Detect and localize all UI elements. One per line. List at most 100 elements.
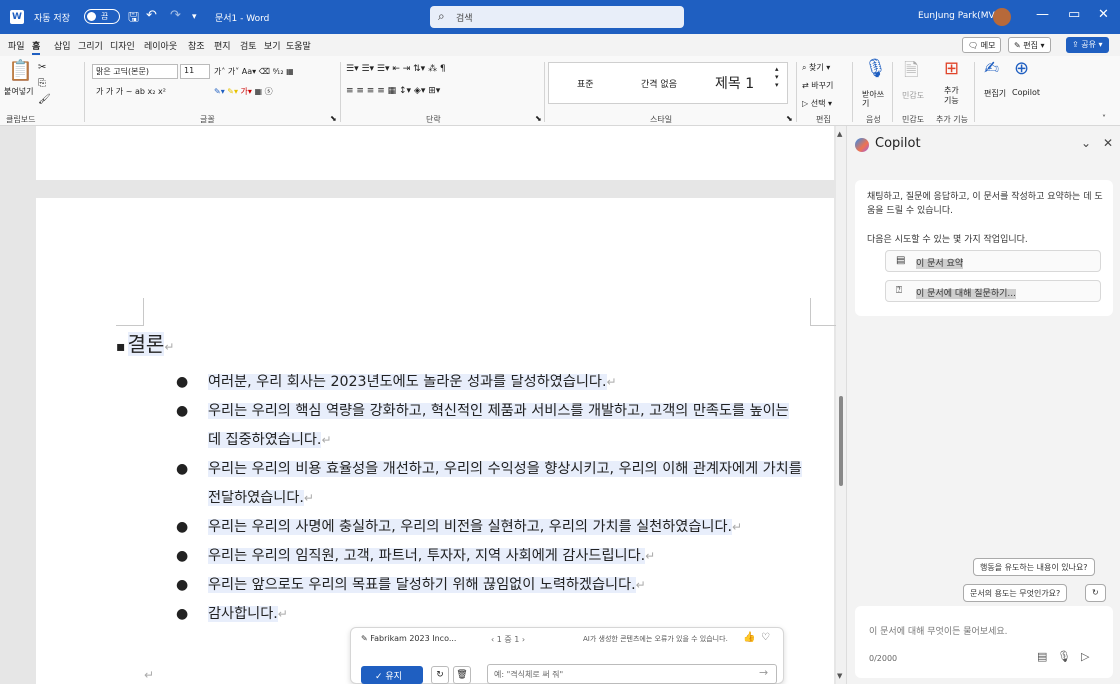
tab-home[interactable]: 홈: [32, 39, 41, 55]
editor-label[interactable]: 편집기: [984, 88, 1006, 99]
refine-input[interactable]: 예: "격식체로 써 줘": [487, 664, 777, 684]
style-no-spacing[interactable]: 간격 없음: [641, 77, 677, 90]
copilot-input-card[interactable]: [855, 606, 1113, 678]
page-current[interactable]: ▪ 결론↵ ● 여러분, 우리 회사는 2023년도에도 놀라운 성과를 달성하였습…: [36, 198, 838, 684]
avatar[interactable]: [993, 8, 1011, 26]
tab-mailings[interactable]: 편지: [214, 39, 231, 52]
sensitivity-icon[interactable]: 🗎: [904, 58, 918, 88]
style-normal[interactable]: 표준: [577, 77, 594, 90]
send-icon[interactable]: ▷: [1081, 650, 1089, 663]
prompt-pill-call-to-action[interactable]: 행동을 유도하는 내용이 있나요?: [973, 558, 1095, 576]
draft-source[interactable]: ✎ Fabrikam 2023 Inco...: [361, 634, 456, 643]
share-icon: ⇪: [1072, 40, 1079, 49]
tab-view[interactable]: 보기: [264, 39, 281, 52]
list-buttons[interactable]: ☰▾ ☰▾ ☰▾ ⇤ ⇥ ⇅▾ ⁂ ¶: [346, 64, 446, 74]
editing-mode-button[interactable]: ✎ 편집 ▾: [1008, 37, 1051, 53]
tab-layout[interactable]: 레이아웃: [144, 39, 177, 52]
copilot-ribbon-icon[interactable]: ⊕: [1014, 58, 1029, 79]
microphone-icon[interactable]: 🎙: [864, 58, 887, 79]
list-item[interactable]: ● 우리는 우리의 핵심 역량을 강화하고, 혁신적인 제품과 서비스를 개발하고…: [176, 397, 806, 455]
close-icon[interactable]: ✕: [1103, 136, 1113, 150]
thumbs-down-icon[interactable]: ♡: [761, 632, 770, 643]
scroll-up-icon[interactable]: ▲: [837, 130, 842, 138]
paste-icon[interactable]: 📋: [8, 58, 33, 82]
minimize-button[interactable]: —: [1036, 7, 1049, 22]
microphone-icon[interactable]: 🎙: [1057, 650, 1071, 663]
list-item[interactable]: ● 우리는 우리의 임직원, 고객, 파트너, 투자자, 지역 사회에게 감사드립…: [176, 542, 806, 571]
tab-help[interactable]: 도움말: [286, 39, 311, 52]
paragraph-dialog-launcher-icon[interactable]: ⬊: [535, 114, 542, 123]
grow-shrink-icons[interactable]: 가˄ 가˅ Aa▾ ⌫ ⁸⁄₁₂ ▦: [214, 66, 294, 77]
font-name-select[interactable]: 맑은 고딕(본문): [92, 64, 178, 79]
addins-label[interactable]: 추가 기능: [944, 86, 966, 106]
search-box[interactable]: ⌕ 검색: [430, 6, 684, 28]
font-dialog-launcher-icon[interactable]: ⬊: [330, 114, 337, 123]
addins-icon[interactable]: ⊞: [944, 58, 959, 79]
regenerate-icon[interactable]: ↻: [431, 666, 449, 684]
scroll-thumb[interactable]: [839, 396, 843, 486]
tab-insert[interactable]: 삽입: [54, 39, 71, 52]
autosave-toggle[interactable]: 끔: [84, 9, 120, 24]
list-item[interactable]: ● 우리는 우리의 사명에 충실하고, 우리의 비전을 실현하고, 우리의 가치를…: [176, 513, 806, 542]
chevron-down-icon[interactable]: ⌄: [1081, 136, 1091, 150]
memo-button[interactable]: 🗨 메모: [962, 37, 1002, 53]
user-name[interactable]: EunJung Park(MVP): [918, 11, 1004, 21]
replace-button[interactable]: ⇄ 바꾸기: [802, 80, 833, 91]
suggestion-ask[interactable]: ⍰ 이 문서에 대해 질문하기...: [885, 280, 1101, 302]
dictate-label[interactable]: 받아쓰기: [862, 90, 886, 108]
tab-file[interactable]: 파일: [8, 39, 25, 52]
find-button[interactable]: ⌕ 찾기 ▾: [802, 62, 830, 73]
format-painter-icon[interactable]: 🖌: [38, 94, 51, 105]
delete-icon[interactable]: 🗑: [453, 666, 471, 684]
list-item[interactable]: ● 우리는 앞으로도 우리의 목표를 달성하기 위해 끊임없이 노력하겠습니다.↵: [176, 571, 806, 600]
scroll-down-icon[interactable]: ▼: [837, 672, 842, 680]
copilot-input[interactable]: 이 문서에 대해 무엇이든 물어보세요.: [869, 624, 1008, 637]
color-buttons[interactable]: ✎▾ ✎▾ 가▾ ▦ ⓢ: [214, 86, 273, 97]
undo-icon[interactable]: ↶: [146, 8, 157, 23]
align-buttons[interactable]: ≡ ≡ ≡ ≡ ▦ ↕▾ ◈▾ ⊞▾: [346, 86, 440, 96]
list-item[interactable]: ● 감사합니다.↵: [176, 600, 806, 629]
style-heading1[interactable]: 제목 1: [715, 73, 754, 93]
replace-label: 바꾸기: [811, 81, 834, 90]
save-icon[interactable]: 🖫: [128, 8, 139, 30]
paste-label[interactable]: 붙여넣기: [4, 86, 33, 97]
restore-button[interactable]: ▭: [1068, 7, 1080, 22]
customize-qat-icon[interactable]: ▾: [192, 12, 197, 22]
list-item[interactable]: ● 여러분, 우리 회사는 2023년도에도 놀라운 성과를 달성하였습니다.↵: [176, 368, 806, 397]
tab-review[interactable]: 검토: [240, 39, 257, 52]
heading-conclusion[interactable]: ▪ 결론↵: [116, 328, 174, 357]
redo-icon[interactable]: ↷: [170, 8, 181, 23]
styles-scroll-icon[interactable]: ▴ ▾ ▾: [775, 65, 779, 89]
group-styles: 스타일: [650, 115, 673, 124]
copilot-subtitle: 다음은 시도할 수 있는 몇 가지 작업입니다.: [867, 235, 1028, 245]
suggestion-summarize[interactable]: ▤ 이 문서 요약: [885, 250, 1101, 272]
suggestion-text: 이 문서 요약: [916, 259, 964, 269]
tab-draw[interactable]: 그리기: [78, 39, 103, 52]
font-size-select[interactable]: 11: [180, 64, 210, 79]
cut-icon[interactable]: ✂: [38, 62, 46, 73]
styles-dialog-launcher-icon[interactable]: ⬊: [786, 114, 793, 123]
prompt-guide-icon[interactable]: ▤: [1037, 650, 1047, 663]
prompt-pill-purpose[interactable]: 문서의 용도는 무엇인가요?: [963, 584, 1068, 602]
tab-references[interactable]: 참조: [188, 39, 205, 52]
format-buttons[interactable]: 가 가 가 ~ ab x₂ x²: [96, 86, 166, 97]
close-button[interactable]: ✕: [1098, 7, 1109, 22]
send-arrow-icon[interactable]: →: [759, 666, 768, 679]
copy-icon[interactable]: ⎘: [38, 78, 46, 89]
draft-pager[interactable]: ‹ 1 중 1 ›: [491, 634, 525, 645]
sensitivity-label[interactable]: 민감도: [902, 90, 924, 101]
thumbs-up-icon[interactable]: 👍: [743, 632, 755, 643]
ribbon-collapse-icon[interactable]: ˅: [1102, 114, 1106, 123]
comment-icon: 🗨: [968, 41, 979, 50]
question-icon: ⍰: [896, 285, 902, 296]
list-item[interactable]: ● 우리는 우리의 비용 효율성을 개선하고, 우리의 수익성을 향상시키고, 우…: [176, 455, 806, 513]
refresh-icon[interactable]: ↻: [1085, 584, 1106, 602]
keep-button[interactable]: ✓ 유지: [361, 666, 423, 684]
editor-icon[interactable]: ✍: [984, 58, 999, 79]
select-button[interactable]: ▷ 선택 ▾: [802, 98, 832, 109]
copilot-ribbon-label[interactable]: Copilot: [1012, 88, 1040, 97]
copilot-draft-toolbar: ✎ Fabrikam 2023 Inco... ‹ 1 중 1 › AI가 생성…: [350, 627, 784, 684]
document-scrollbar[interactable]: ▲ ▼: [836, 126, 846, 684]
share-button[interactable]: ⇪ 공유 ▾: [1066, 37, 1109, 53]
tab-design[interactable]: 디자인: [110, 39, 135, 52]
